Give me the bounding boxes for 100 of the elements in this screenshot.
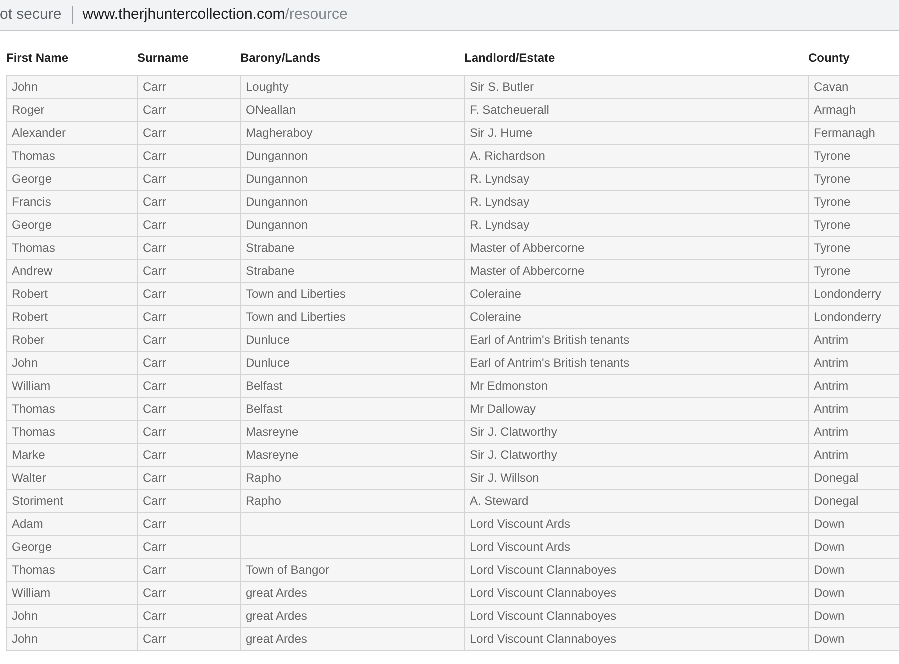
table-cell: Carr <box>138 144 240 167</box>
table-cell: Thomas <box>6 420 138 443</box>
table-cell: Dungannon <box>240 167 464 190</box>
table-cell: Dunluce <box>240 351 464 374</box>
table-cell: Lord Viscount Clannaboyes <box>464 627 808 650</box>
table-cell: Carr <box>138 305 240 328</box>
table-cell: Carr <box>138 351 240 374</box>
table-cell: John <box>6 75 138 98</box>
table-cell: great Ardes <box>240 581 464 604</box>
table-cell: Loughty <box>240 75 464 98</box>
table-cell: Carr <box>138 512 240 535</box>
table-cell: Lord Viscount Ards <box>464 535 808 558</box>
table-cell: R. Lyndsay <box>464 213 808 236</box>
table-cell: Thomas <box>6 397 138 420</box>
table-cell: George <box>6 213 138 236</box>
table-cell: Down <box>808 512 899 535</box>
table-cell: Carr <box>138 604 240 627</box>
table-cell: Donegal <box>808 489 899 512</box>
table-cell: Thomas <box>6 144 138 167</box>
table-cell: Lord Viscount Clannaboyes <box>464 604 808 627</box>
table-cell: Strabane <box>240 259 464 282</box>
table-cell: Sir J. Willson <box>464 466 808 489</box>
table-cell: Earl of Antrim's British tenants <box>464 328 808 351</box>
table-cell: Fermanagh <box>808 121 899 144</box>
table-cell: Thomas <box>6 558 138 581</box>
table-cell: Robert <box>6 305 138 328</box>
table-cell: Carr <box>138 282 240 305</box>
table-cell: Carr <box>138 420 240 443</box>
table-cell: Antrim <box>808 328 899 351</box>
table-cell: Earl of Antrim's British tenants <box>464 351 808 374</box>
table-cell: R. Lyndsay <box>464 190 808 213</box>
table-cell: Tyrone <box>808 213 899 236</box>
table-cell: Carr <box>138 98 240 121</box>
table-cell: Masreyne <box>240 420 464 443</box>
table-cell: Rober <box>6 328 138 351</box>
table-cell: Magheraboy <box>240 121 464 144</box>
table-cell: Tyrone <box>808 190 899 213</box>
table-cell: Robert <box>6 282 138 305</box>
table-cell: Marke <box>6 443 138 466</box>
table-cell: Tyrone <box>808 236 899 259</box>
table-cell: Master of Abbercorne <box>464 259 808 282</box>
table-cell: Lord Viscount Ards <box>464 512 808 535</box>
url-text[interactable]: www.therjhuntercollection.com/resource <box>82 4 348 26</box>
table-cell: Carr <box>138 236 240 259</box>
column-header: First Name <box>6 51 69 65</box>
table-cell: George <box>6 535 138 558</box>
table-cell: Strabane <box>240 236 464 259</box>
table-cell: Antrim <box>808 420 899 443</box>
table-cell: Town of Bangor <box>240 558 464 581</box>
table-cell: Rapho <box>240 466 464 489</box>
table-cell: Andrew <box>6 259 138 282</box>
table-cell: John <box>6 604 138 627</box>
table-cell: Carr <box>138 374 240 397</box>
table-cell: Tyrone <box>808 167 899 190</box>
table-cell: Antrim <box>808 443 899 466</box>
table-cell: Thomas <box>6 236 138 259</box>
table-cell: Mr Dalloway <box>464 397 808 420</box>
table-cell: Belfast <box>240 397 464 420</box>
table-cell: Sir J. Clatworthy <box>464 443 808 466</box>
table-cell: Antrim <box>808 374 899 397</box>
table-cell: R. Lyndsay <box>464 167 808 190</box>
table-cell: Storiment <box>6 489 138 512</box>
table-cell: Carr <box>138 190 240 213</box>
table-cell: Town and Liberties <box>240 305 464 328</box>
table-cell: Cavan <box>808 75 899 98</box>
table-cell: Walter <box>6 466 138 489</box>
table-cell: Lord Viscount Clannaboyes <box>464 558 808 581</box>
table-cell: Dungannon <box>240 190 464 213</box>
security-label: ot secure <box>0 4 62 25</box>
table-cell: Carr <box>138 397 240 420</box>
table-cell: Adam <box>6 512 138 535</box>
table-cell: Down <box>808 627 899 650</box>
table-cell: A. Richardson <box>464 144 808 167</box>
table-cell: George <box>6 167 138 190</box>
table-cell: Dunluce <box>240 328 464 351</box>
table-cell: Rapho <box>240 489 464 512</box>
table-cell: Tyrone <box>808 144 899 167</box>
table-cell: Antrim <box>808 351 899 374</box>
table-cell: Tyrone <box>808 259 899 282</box>
table-cell: Town and Liberties <box>240 282 464 305</box>
table-cell: Carr <box>138 213 240 236</box>
table-cell: John <box>6 627 138 650</box>
table-cell: Masreyne <box>240 443 464 466</box>
table-cell: Mr Edmonston <box>464 374 808 397</box>
column-header: Surname <box>138 51 189 65</box>
table-cell: Carr <box>138 167 240 190</box>
table-cell: Carr <box>138 121 240 144</box>
table-cell: Master of Abbercorne <box>464 236 808 259</box>
table-cell: Antrim <box>808 397 899 420</box>
table-cell: Londonderry <box>808 305 899 328</box>
table-cell: great Ardes <box>240 604 464 627</box>
table-cell: Down <box>808 581 899 604</box>
table-cell: Carr <box>138 259 240 282</box>
table-cell: Sir J. Hume <box>464 121 808 144</box>
table-cell: Down <box>808 604 899 627</box>
table-cell: Down <box>808 535 899 558</box>
table-cell: Alexander <box>6 121 138 144</box>
table-cell: Down <box>808 558 899 581</box>
table-cell: Londonderry <box>808 282 899 305</box>
table-cell: Roger <box>6 98 138 121</box>
